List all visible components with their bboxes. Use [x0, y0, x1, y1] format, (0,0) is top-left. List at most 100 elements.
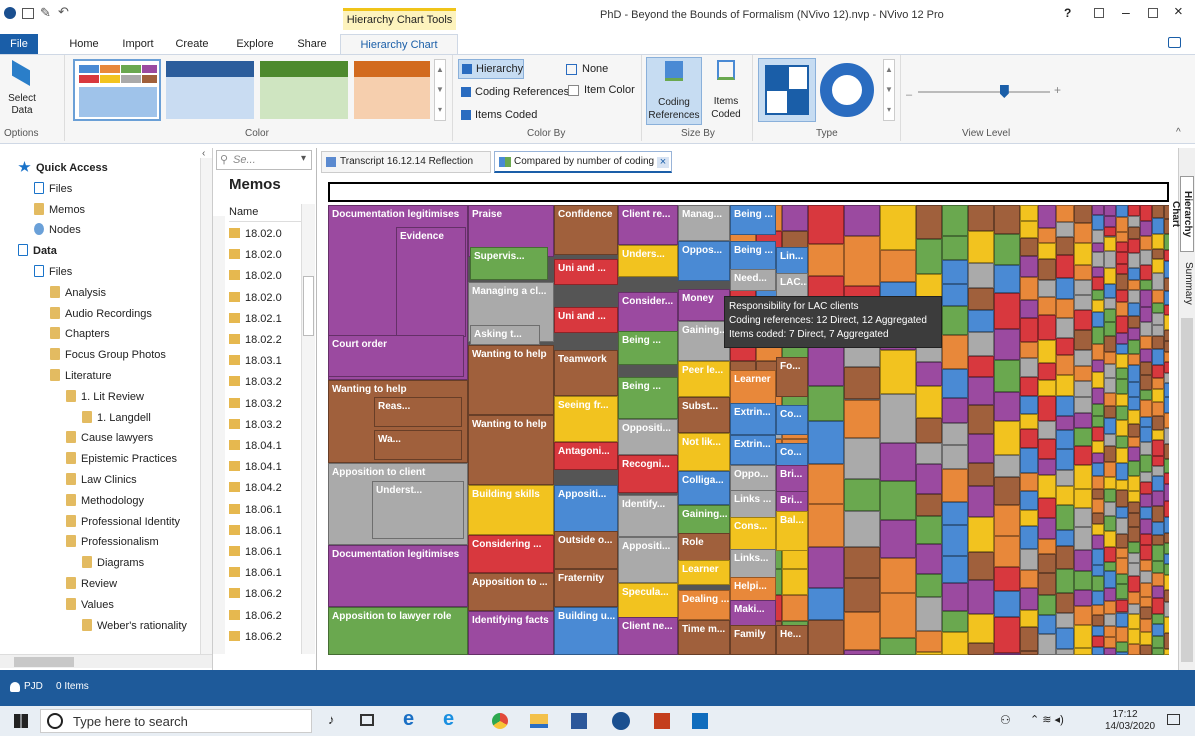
treemap-tile[interactable] — [1140, 336, 1152, 350]
treemap-tile[interactable] — [1128, 239, 1140, 253]
chrome-icon[interactable] — [492, 713, 508, 729]
memo-row[interactable]: 18.04.1 — [229, 457, 282, 477]
treemap-tile[interactable] — [1104, 335, 1116, 353]
treemap-tile[interactable] — [1164, 261, 1169, 278]
treemap-tile[interactable]: Peer le... — [678, 361, 730, 397]
treemap-tile[interactable] — [1056, 415, 1074, 431]
treemap-tile[interactable] — [1140, 322, 1152, 337]
treemap-tile[interactable] — [1056, 504, 1074, 530]
treemap-tile[interactable] — [1164, 590, 1169, 603]
treemap-tile[interactable] — [1140, 290, 1152, 307]
treemap-tile[interactable]: Oppos... — [678, 241, 730, 281]
minimize-button[interactable]: – — [1122, 4, 1130, 20]
treemap-tile[interactable] — [1116, 558, 1128, 574]
treemap-tile[interactable] — [1092, 215, 1104, 231]
chevron-down-icon[interactable]: ▾ — [301, 153, 306, 164]
treemap-tile[interactable] — [1152, 218, 1164, 235]
memo-row[interactable]: 18.02.2 — [229, 330, 282, 350]
nav-item[interactable]: Cause lawyers — [66, 428, 153, 448]
treemap-tile[interactable] — [1104, 561, 1116, 572]
treemap-tile[interactable] — [1128, 513, 1140, 528]
treemap-tile[interactable] — [968, 485, 994, 517]
treemap-tile[interactable] — [1104, 298, 1116, 309]
treemap-tile[interactable] — [1152, 440, 1164, 456]
treemap-tile[interactable] — [1074, 279, 1092, 296]
nav-item[interactable]: Professional Identity — [66, 512, 180, 532]
treemap-tile[interactable] — [1104, 352, 1116, 364]
treemap-tile[interactable] — [1104, 488, 1116, 503]
edit-icon[interactable]: ✎ — [40, 5, 51, 21]
treemap-tile[interactable] — [968, 579, 994, 615]
treemap-tile[interactable]: Reas... — [374, 397, 462, 427]
treemap-tile[interactable] — [782, 205, 808, 231]
treemap-tile[interactable] — [808, 344, 844, 387]
memos-left-scroll[interactable] — [213, 216, 225, 654]
treemap-tile[interactable]: Uni and ... — [554, 307, 618, 333]
treemap-tile[interactable] — [1164, 413, 1169, 428]
treemap-tile[interactable] — [1056, 430, 1074, 450]
treemap-tile[interactable] — [880, 250, 916, 282]
zoom-out-icon[interactable]: – — [906, 89, 912, 101]
treemap-tile[interactable] — [1038, 297, 1056, 316]
treemap-tile[interactable] — [1074, 590, 1092, 606]
treemap-tile[interactable] — [1164, 382, 1169, 398]
treemap-tile[interactable] — [1092, 277, 1104, 290]
treemap-tile[interactable] — [1116, 463, 1128, 480]
treemap-tile[interactable] — [1152, 490, 1164, 506]
restore-button[interactable] — [1148, 8, 1158, 18]
treemap-tile[interactable] — [1056, 529, 1074, 546]
treemap-tile[interactable] — [1092, 440, 1104, 453]
treemap-tile[interactable] — [1164, 649, 1169, 655]
treemap-tile[interactable] — [1056, 278, 1074, 299]
treemap-tile[interactable] — [844, 437, 880, 479]
memo-row[interactable]: 18.03.2 — [229, 394, 282, 414]
treemap-tile[interactable] — [1020, 491, 1038, 510]
treemap-tile[interactable] — [1128, 475, 1140, 492]
treemap-tile[interactable] — [1116, 231, 1128, 242]
treemap-tile[interactable] — [1164, 500, 1169, 518]
treemap-tile[interactable] — [1056, 449, 1074, 471]
treemap-tile[interactable] — [994, 455, 1020, 477]
nav-item[interactable]: Files — [34, 262, 72, 282]
treemap-tile[interactable] — [1038, 633, 1056, 655]
treemap-tile[interactable] — [1056, 592, 1074, 614]
treemap-tile[interactable] — [1152, 573, 1164, 587]
treemap-tile[interactable]: Teamwork — [554, 350, 618, 396]
treemap-tile[interactable] — [1152, 205, 1164, 219]
treemap-tile[interactable] — [1152, 647, 1164, 655]
nav-item[interactable]: Values — [66, 595, 114, 615]
treemap-tile[interactable] — [916, 442, 942, 464]
treemap-tile[interactable] — [916, 239, 942, 275]
treemap-tile[interactable] — [1152, 402, 1164, 416]
treemap-tile[interactable] — [1056, 649, 1074, 655]
nav-item[interactable]: Memos — [34, 200, 85, 220]
treemap-tile[interactable] — [1164, 602, 1169, 618]
treemap-tile[interactable] — [968, 205, 994, 232]
treemap-tile[interactable] — [994, 205, 1020, 235]
treemap-tile[interactable] — [1164, 314, 1169, 330]
treemap-tile[interactable] — [808, 386, 844, 422]
memo-row[interactable]: 18.03.2 — [229, 415, 282, 435]
treemap-tile[interactable] — [1020, 650, 1038, 655]
treemap-tile[interactable] — [1152, 378, 1164, 390]
treemap-tile[interactable]: He... — [776, 625, 808, 655]
treemap-tile[interactable] — [1092, 463, 1104, 476]
treemap-tile[interactable] — [1152, 476, 1164, 491]
treemap-tile[interactable] — [1116, 393, 1128, 407]
treemap-tile[interactable] — [942, 369, 968, 398]
treemap-tile[interactable] — [1104, 267, 1116, 284]
treemap-tile[interactable] — [1038, 362, 1056, 380]
treemap-tile[interactable] — [994, 617, 1020, 653]
treemap-tile[interactable] — [1140, 416, 1152, 428]
treemap-tile[interactable] — [1128, 410, 1140, 424]
treemap-tile[interactable] — [1038, 458, 1056, 475]
treemap-tile[interactable] — [1104, 637, 1116, 648]
treemap-tile[interactable] — [1140, 390, 1152, 400]
treemap-tile[interactable] — [1164, 483, 1169, 501]
item-color-option[interactable]: Item Color — [568, 83, 638, 99]
treemap-tile[interactable]: Confidence — [554, 205, 618, 255]
treemap-tile[interactable] — [1116, 533, 1128, 548]
tray-icons[interactable]: ⌃ ≋ ◂) — [1030, 713, 1064, 726]
treemap-tile[interactable] — [1074, 624, 1092, 648]
treemap-tile[interactable] — [1020, 509, 1038, 526]
